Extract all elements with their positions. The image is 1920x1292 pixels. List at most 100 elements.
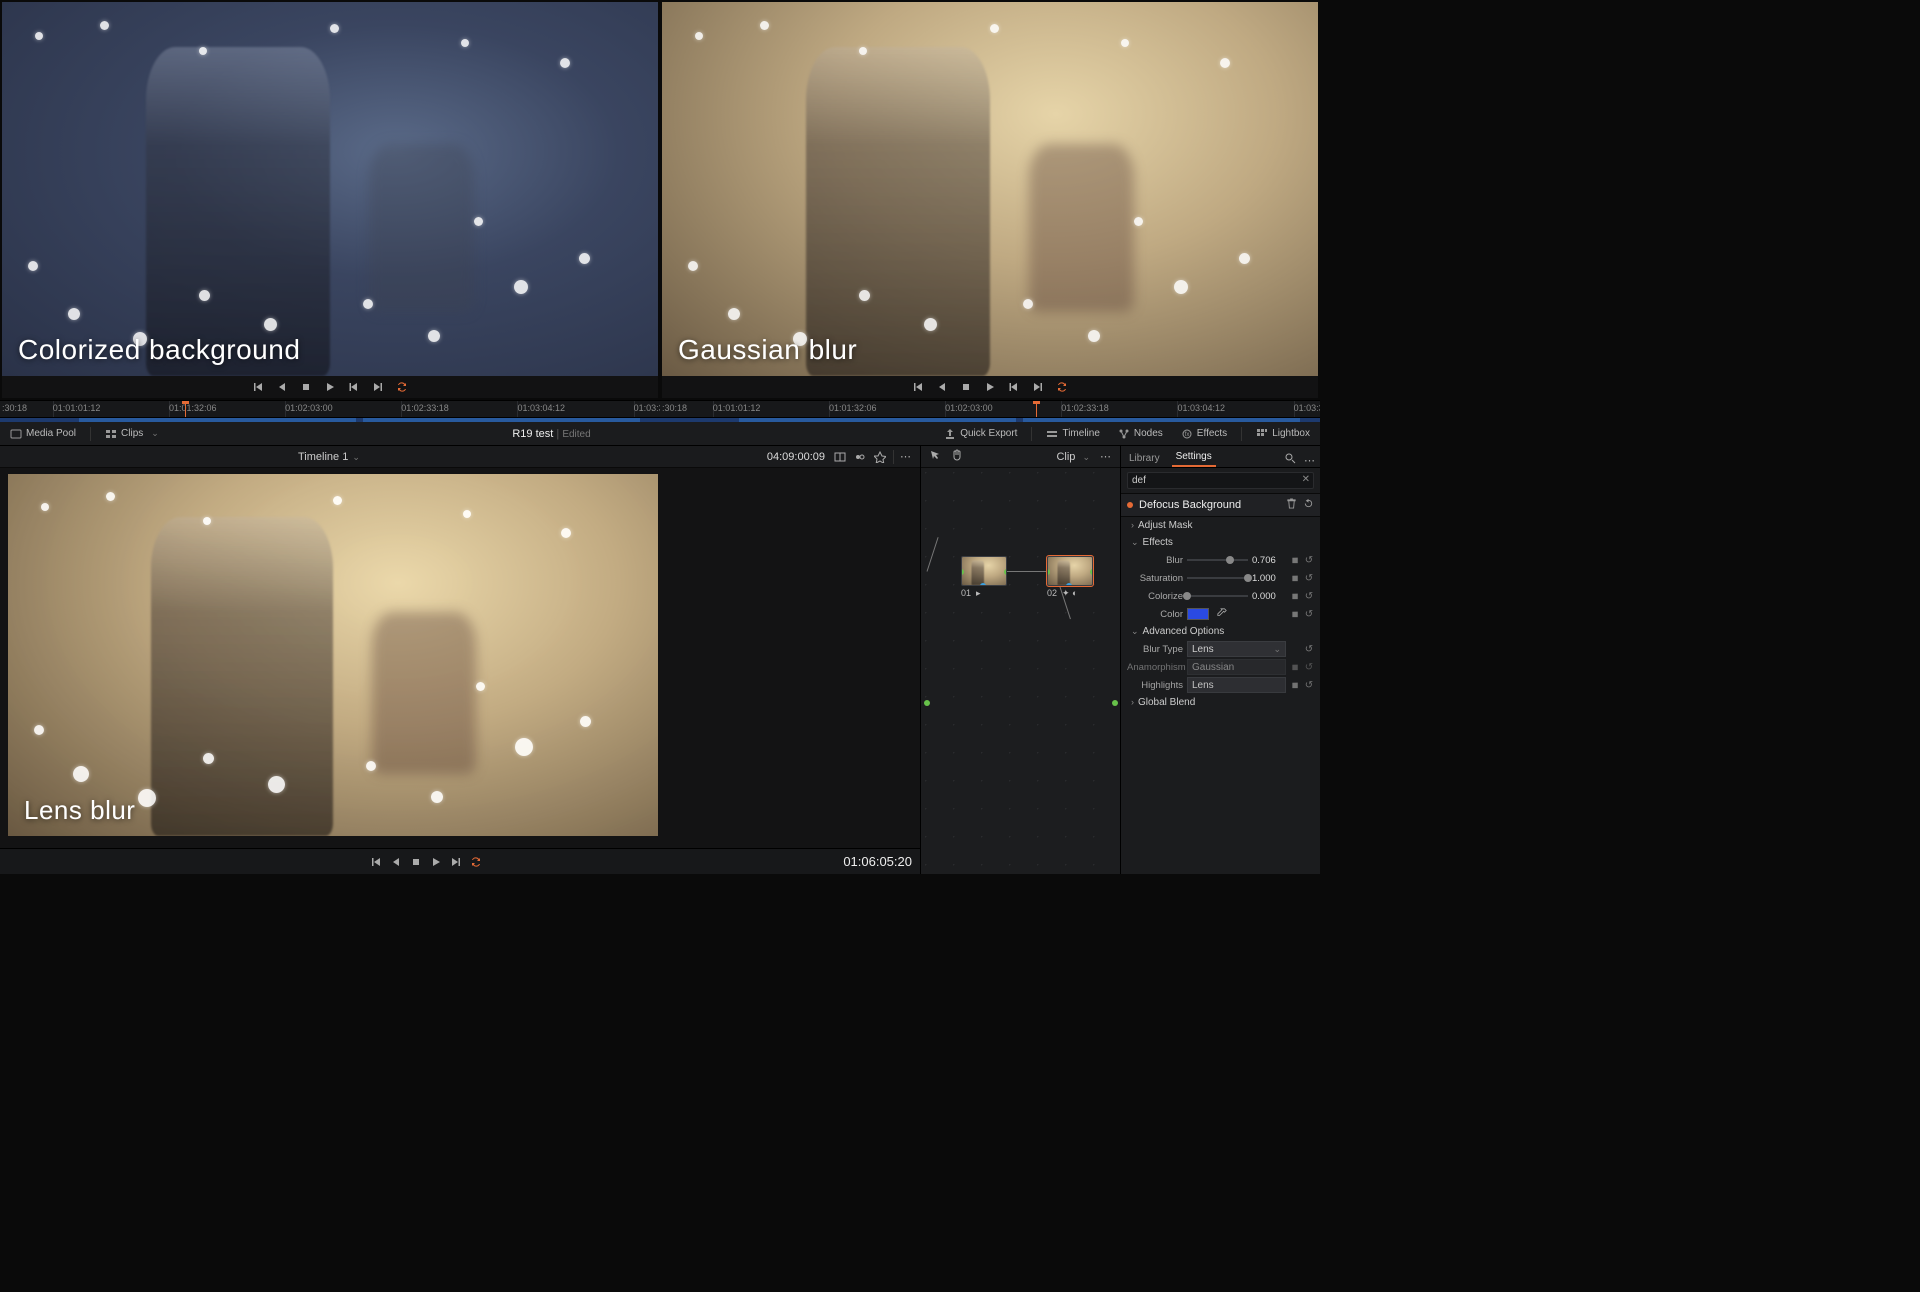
ruler-timecode: 01:03:04:12 [1177,403,1225,413]
first-frame-icon[interactable] [911,380,925,394]
saturation-value[interactable]: 1.000 [1252,573,1286,584]
node-options-icon[interactable]: ⋯ [1100,450,1112,463]
viewer-left-frame[interactable]: Colorized background [2,2,658,376]
section-advanced[interactable]: ⌄Advanced Options [1121,623,1320,640]
effect-search-input[interactable] [1127,472,1314,489]
inspector-panel: Library Settings ⋯ ✕ Defocus Background … [1120,446,1320,874]
effects-button[interactable]: fx Effects [1177,426,1231,442]
saturation-slider[interactable] [1187,572,1248,584]
dropdown-option-gaussian[interactable]: Gaussian [1187,659,1286,675]
colorize-value[interactable]: 0.000 [1252,591,1286,602]
viewer-right-frame[interactable]: Gaussian blur [662,2,1318,376]
section-effects[interactable]: ⌄Effects [1121,534,1320,551]
trash-icon[interactable] [1286,498,1297,512]
play-icon[interactable] [429,855,443,869]
first-frame-icon[interactable] [251,380,265,394]
loop-icon[interactable] [469,855,483,869]
timeline-ruler-row[interactable]: :30:1801:01:01:1201:01:32:0601:02:03:000… [0,400,1320,418]
reset-param-icon[interactable]: ↺ [1304,609,1314,620]
stop-icon[interactable] [299,380,313,394]
loop-icon[interactable] [395,380,409,394]
last-frame-icon[interactable] [1031,380,1045,394]
loop-icon[interactable] [1055,380,1069,394]
section-adjust-mask[interactable]: ›Adjust Mask [1121,517,1320,534]
param-highlights: Highlights Lens ◆ ↺ [1121,676,1320,694]
keyframe-icon[interactable]: ◆ [1288,553,1303,568]
keyframe-icon[interactable]: ◆ [1288,678,1303,693]
next-frame-icon[interactable] [347,380,361,394]
blur-value[interactable]: 0.706 [1252,555,1286,566]
colorize-slider[interactable] [1187,590,1248,602]
tab-settings[interactable]: Settings [1172,448,1216,467]
last-frame-icon[interactable] [371,380,385,394]
dropdown-option-lens[interactable]: Lens [1187,677,1286,693]
search-icon[interactable] [1284,452,1296,467]
blur-slider[interactable] [1187,554,1248,566]
prev-frame-icon[interactable] [389,855,403,869]
inspector-options-icon[interactable]: ⋯ [1304,454,1316,467]
ruler-timecode: 01:01:32:06 [829,403,877,413]
ruler-timecode: :30:18 [662,403,687,413]
clips-label: Clips [121,428,143,439]
transport-right [662,376,1318,398]
node-1[interactable] [961,556,1007,586]
play-icon[interactable] [323,380,337,394]
keyframe-icon[interactable]: ◆ [1288,571,1303,586]
clips-button[interactable]: Clips ⌄ [101,426,163,442]
ruler-timecode: :30:18 [2,403,27,413]
image-wipe-icon[interactable] [833,450,847,464]
timeline-name: Timeline 1 [298,451,348,463]
graph-output-port[interactable] [1112,700,1118,706]
clip-bar[interactable] [0,418,1320,422]
timeline-button[interactable]: Timeline [1042,426,1103,442]
ruler-left[interactable]: :30:1801:01:01:1201:01:32:0601:02:03:000… [0,401,660,417]
section-global-blend[interactable]: ›Global Blend [1121,694,1320,711]
media-pool-button[interactable]: Media Pool [6,426,80,442]
tab-library[interactable]: Library [1125,450,1164,467]
node-graph[interactable]: 01 ▸ 02 ✦ ◐ [921,468,1120,874]
split-screen-icon[interactable] [853,450,867,464]
nodes-button[interactable]: Nodes [1114,426,1167,442]
last-frame-icon[interactable] [449,855,463,869]
color-swatch[interactable] [1187,608,1209,620]
keyframe-icon[interactable]: ◆ [1288,607,1303,622]
reset-icon[interactable] [1303,498,1314,512]
hand-tool-icon[interactable] [951,449,963,464]
node-2[interactable] [1047,556,1093,586]
highlight-icon[interactable] [873,450,887,464]
prev-frame-icon[interactable] [935,380,949,394]
lightbox-button[interactable]: Lightbox [1252,426,1314,442]
param-anamorphism: Anamorphism Gaussian ◆ ↺ [1121,658,1320,676]
timeline-selector[interactable]: Timeline 1⌄ [298,451,360,463]
reset-param-icon[interactable]: ↺ [1304,573,1314,584]
arrow-tool-icon[interactable] [929,449,941,464]
reset-param-icon[interactable]: ↺ [1304,644,1314,655]
blur-type-select[interactable]: Lens⌄ [1187,641,1286,657]
prev-frame-icon[interactable] [275,380,289,394]
graph-input-port[interactable] [924,700,930,706]
playhead[interactable] [185,401,186,417]
keyframe-icon[interactable]: ◆ [1288,660,1303,675]
eyedropper-icon[interactable] [1217,608,1227,621]
viewer-timecode[interactable]: 04:09:00:09 [767,451,825,463]
reset-param-icon[interactable]: ↺ [1304,555,1314,566]
quick-export-button[interactable]: Quick Export [940,426,1021,442]
reset-param-icon[interactable]: ↺ [1304,591,1314,602]
stop-icon[interactable] [959,380,973,394]
viewer-options-icon[interactable]: ⋯ [900,450,912,463]
playhead[interactable] [1036,401,1037,417]
workspace-viewer[interactable]: Lens blur [0,468,920,848]
keyframe-icon[interactable]: ◆ [1288,589,1303,604]
clear-search-icon[interactable]: ✕ [1302,474,1310,485]
ruler-right[interactable]: :30:1801:01:01:1201:01:32:0601:02:03:000… [660,401,1320,417]
effect-enable-toggle[interactable] [1127,502,1133,508]
node-mode-selector[interactable]: Clip ⌄ [1056,451,1090,463]
reset-param-icon[interactable]: ↺ [1304,680,1314,691]
next-frame-icon[interactable] [1007,380,1021,394]
first-frame-icon[interactable] [369,855,383,869]
play-icon[interactable] [983,380,997,394]
ruler-timecode: 01:02:03:00 [945,403,993,413]
stop-icon[interactable] [409,855,423,869]
reset-param-icon[interactable]: ↺ [1304,662,1314,673]
project-title: R19 test [512,428,553,440]
